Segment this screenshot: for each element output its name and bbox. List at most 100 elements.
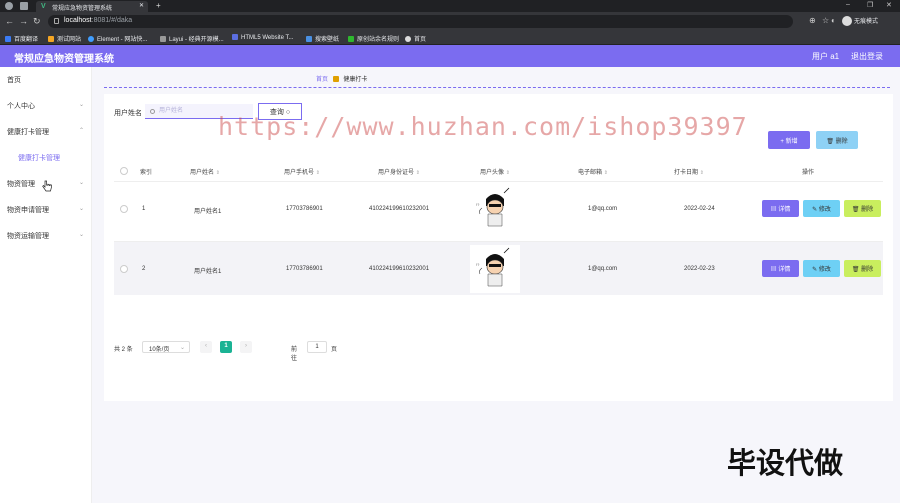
batch-delete-button[interactable]: 🗑 删除 [816, 131, 858, 149]
edit-button[interactable]: ✎ 修改 [803, 260, 840, 277]
add-button[interactable]: + 新增 [768, 131, 810, 149]
bookmark-item[interactable]: 首页 [405, 34, 426, 43]
prev-page-button[interactable]: ‹ [200, 341, 212, 353]
element-logo-icon [88, 36, 94, 42]
cell-name: 用户姓名1 [194, 269, 222, 275]
logout-link[interactable]: 退出登录 [851, 51, 883, 62]
bookmark-item[interactable]: Element - 网站快... [88, 34, 147, 43]
col-header-label: 打卡日期 [674, 170, 699, 176]
cell-index: 1 [142, 206, 146, 212]
sidebar: 首页 个人中心 ⌄ 健康打卡管理 ⌃ 健康打卡管理 物资管理 ⌄ 物资申请管理 ⌄ 物资… [0, 67, 92, 503]
chevron-down-icon: ⌄ [78, 206, 84, 212]
edit-label: 修改 [818, 207, 831, 213]
sidebar-item-label: 物资申请管理 [7, 207, 49, 214]
bookmark-label: 测试网站 [57, 37, 82, 43]
bookmark-item[interactable]: Layui - 经典开源模... [160, 34, 224, 43]
delete-button[interactable]: 🗑 删除 [844, 200, 881, 217]
page-suffix: 页 [331, 347, 338, 353]
chevron-down-icon: ⌄ [78, 232, 84, 238]
folder-icon [332, 76, 339, 82]
address-bar-row: ← → ↻ localhost:8081/#/daka ⊕ ☆ ◐ 无痕模式 [0, 12, 900, 31]
delete-button[interactable]: 🗑 删除 [844, 260, 881, 277]
forward-icon[interactable]: → [19, 16, 28, 26]
col-header-avatar[interactable]: 用户头像 ⇕ [480, 167, 510, 176]
detail-button[interactable]: ▤ 详情 [762, 260, 799, 277]
sidebar-item-profile[interactable]: 个人中心 ⌄ [0, 95, 92, 115]
sidebar-item-health-checkin[interactable]: 健康打卡管理 ⌃ [0, 121, 92, 141]
user-avatar-image: !? [470, 245, 520, 293]
bookmark-label: HTML5 Website T... [241, 35, 294, 41]
table-row: 1 用户姓名1 17703786901 410224199610232001 !… [114, 181, 883, 235]
tab-close-icon[interactable]: ✕ [139, 2, 144, 9]
col-header-label: 电子邮箱 [578, 170, 603, 176]
site-info-icon[interactable] [54, 18, 59, 24]
back-icon[interactable]: ← [5, 16, 14, 26]
col-header-email[interactable]: 电子邮箱 ⇕ [578, 167, 608, 176]
page-number-button[interactable]: 1 [220, 341, 232, 353]
delete-label: 删除 [861, 207, 874, 213]
current-user: 用户 a1 [812, 52, 840, 61]
next-page-button[interactable]: › [240, 341, 252, 353]
bookmark-item[interactable]: 搜索壁纸 [306, 34, 339, 43]
cell-name: 用户姓名1 [194, 209, 222, 215]
browser-tab-strip: V 常规应急物资管理系统 ✕ + – ❐ ✕ [0, 0, 900, 12]
row-checkbox[interactable] [120, 265, 128, 273]
sidebar-subitem-health-checkin[interactable]: 健康打卡管理 [0, 147, 92, 167]
col-header-actions: 操作 [802, 170, 815, 176]
bookmark-icon [348, 36, 354, 42]
bookmark-item[interactable]: HTML5 Website T... [232, 34, 293, 41]
row-checkbox[interactable] [120, 205, 128, 213]
col-header-date[interactable]: 打卡日期 ⇕ [674, 167, 704, 176]
sidebar-item-material-transport[interactable]: 物资运输管理 ⌄ [0, 225, 92, 245]
cell-index: 2 [142, 266, 146, 272]
profile-chip[interactable]: 无痕模式 [842, 16, 878, 27]
bookmark-star-icon[interactable]: ☆ [822, 16, 829, 25]
incognito-avatar-icon [842, 16, 852, 27]
bookmark-label: 首页 [414, 37, 427, 43]
maximize-icon[interactable]: ❐ [867, 1, 873, 9]
browser-tab-active[interactable]: V 常规应急物资管理系统 ✕ [36, 1, 148, 12]
tab-search-icon[interactable] [20, 2, 28, 10]
col-header-idcard[interactable]: 用户身份证号 ⇕ [378, 167, 420, 176]
bookmark-item[interactable]: 原创站余名规则 [348, 34, 399, 43]
breadcrumb-divider [104, 87, 890, 88]
sidebar-item-material-requests[interactable]: 物资申请管理 ⌄ [0, 199, 92, 219]
url-host: localhost [64, 17, 92, 24]
goto-page-input[interactable]: 1 [307, 341, 327, 353]
layui-logo-icon [160, 36, 166, 42]
reload-icon[interactable]: ↻ [33, 16, 41, 27]
detail-button[interactable]: ▤ 详情 [762, 200, 799, 217]
goto-label: 前往 [291, 347, 298, 362]
pencil-icon: ✎ [812, 267, 818, 273]
url-field[interactable]: localhost:8081/#/daka [48, 15, 793, 28]
bookmark-icon [232, 34, 238, 40]
zoom-icon[interactable]: ⊕ [809, 16, 816, 25]
sidebar-item-home[interactable]: 首页 [0, 69, 92, 89]
page-size-select[interactable]: 10条/页 ⌄ [142, 341, 190, 353]
bookmark-label: 百度翻译 [14, 37, 39, 43]
cell-email: 1@qq.com [588, 266, 618, 272]
cell-idcard: 410224199610232001 [369, 266, 430, 272]
incognito-icon: ◐ [831, 16, 836, 25]
chevron-up-icon: ⌃ [78, 128, 84, 134]
bookmark-item[interactable]: 测试网站 [48, 34, 81, 43]
new-tab-icon[interactable]: + [156, 1, 161, 10]
col-header-phone[interactable]: 用户手机号 ⇕ [284, 167, 320, 176]
breadcrumb: 首页 健康打卡 [316, 74, 367, 83]
minimize-icon[interactable]: – [846, 1, 850, 8]
detail-icon: ▤ [770, 207, 777, 213]
trash-icon: 🗑 [826, 138, 834, 145]
bookmark-item[interactable]: 百度翻译 [5, 34, 38, 43]
edit-label: 修改 [818, 267, 831, 273]
browser-menu-icon[interactable] [5, 2, 13, 10]
breadcrumb-home[interactable]: 首页 [316, 77, 328, 83]
cell-date: 2022-02-24 [684, 206, 715, 212]
col-header-name[interactable]: 用户姓名 ⇕ [190, 167, 220, 176]
select-all-checkbox[interactable] [120, 167, 128, 175]
chevron-down-icon: ⌄ [179, 345, 185, 351]
sidebar-item-label: 物资运输管理 [7, 233, 49, 240]
window-close-icon[interactable]: ✕ [886, 1, 892, 9]
col-header-label: 用户身份证号 [378, 170, 415, 176]
sort-icon: ⇕ [315, 170, 320, 176]
edit-button[interactable]: ✎ 修改 [803, 200, 840, 217]
